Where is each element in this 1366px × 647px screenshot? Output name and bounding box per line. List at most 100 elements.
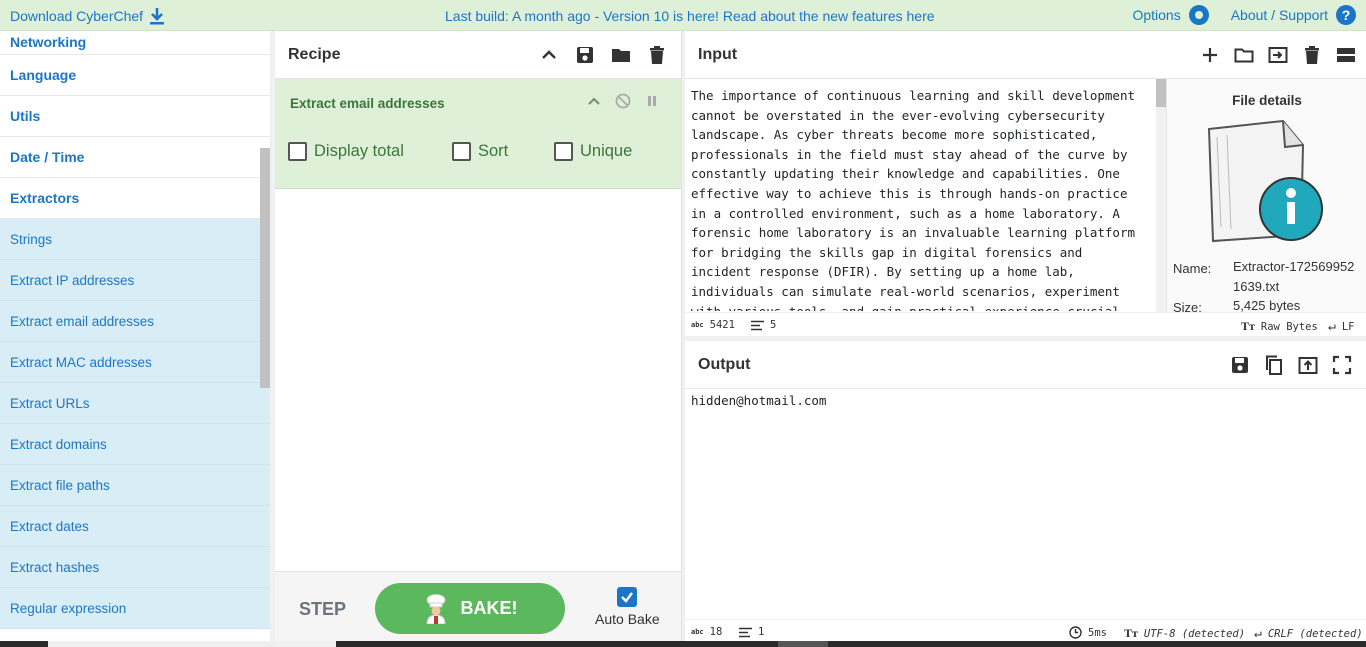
output-char-value: 18 bbox=[709, 626, 723, 638]
text-format-icon: Tт bbox=[1124, 626, 1138, 640]
output-pane: Output hidden@hotmail.com abc 18 1 5ms T… bbox=[685, 341, 1366, 643]
sort-label: Sort bbox=[478, 142, 509, 160]
options-link[interactable]: Options bbox=[1132, 7, 1180, 23]
bake-time: 5ms bbox=[1069, 626, 1107, 639]
taskbar-segment bbox=[48, 641, 336, 647]
display-total-option[interactable]: Display total bbox=[288, 142, 404, 161]
open-folder-icon[interactable] bbox=[1234, 45, 1254, 65]
input-pane: Input The importance of continuous learn… bbox=[685, 31, 1366, 336]
operation-item[interactable]: Extract URLs bbox=[0, 383, 270, 424]
download-icon bbox=[150, 8, 165, 25]
char-count-icon: abc bbox=[691, 321, 704, 329]
output-encoding[interactable]: Tт UTF-8 (detected) bbox=[1124, 626, 1245, 641]
output-title: Output bbox=[698, 355, 751, 373]
step-button[interactable]: STEP bbox=[299, 599, 346, 620]
auto-bake-checkbox[interactable] bbox=[617, 587, 638, 607]
save-output-icon[interactable] bbox=[1230, 355, 1250, 375]
pause-icon[interactable] bbox=[645, 94, 659, 108]
category-utils[interactable]: Utils bbox=[0, 96, 270, 137]
display-total-checkbox[interactable] bbox=[288, 142, 307, 161]
maximise-icon[interactable] bbox=[1332, 355, 1352, 375]
operation-item[interactable]: Extract file paths bbox=[0, 465, 270, 506]
taskbar-strip bbox=[0, 641, 1366, 647]
chevron-up-icon[interactable] bbox=[587, 94, 601, 108]
operations-scrollbar-thumb[interactable] bbox=[260, 148, 270, 388]
gear-icon[interactable] bbox=[1188, 5, 1209, 25]
operation-item[interactable]: Extract email addresses bbox=[0, 301, 270, 342]
bake-controls: STEP BAKE! Auto Bake bbox=[275, 571, 681, 641]
unique-label: Unique bbox=[580, 142, 633, 160]
layout-icon[interactable] bbox=[1336, 45, 1356, 65]
about-support-link[interactable]: About / Support bbox=[1231, 7, 1328, 23]
category-extractors[interactable]: Extractors bbox=[0, 178, 270, 219]
recipe-operation-card[interactable]: Extract email addresses Display total So… bbox=[275, 79, 681, 189]
sort-checkbox[interactable] bbox=[452, 142, 471, 161]
output-line-value: 1 bbox=[758, 626, 765, 638]
chef-icon bbox=[425, 593, 446, 624]
operation-item[interactable]: Regular expression bbox=[0, 588, 270, 629]
build-notice-link[interactable]: Last build: A month ago - Version 10 is … bbox=[445, 8, 935, 24]
input-line-value: 5 bbox=[770, 319, 777, 331]
unique-checkbox[interactable] bbox=[554, 142, 573, 161]
bake-label: BAKE! bbox=[460, 598, 518, 618]
operation-item[interactable]: Extract domains bbox=[0, 424, 270, 465]
top-banner: Download CyberChef Last build: A month a… bbox=[0, 0, 1366, 31]
recipe-header: Recipe bbox=[275, 31, 681, 79]
return-icon: ↵ bbox=[1328, 319, 1336, 334]
recipe-operation-title: Extract email addresses bbox=[290, 96, 445, 111]
taskbar-segment bbox=[778, 641, 828, 647]
unique-option[interactable]: Unique bbox=[554, 142, 632, 161]
input-line-count: 5 bbox=[751, 319, 776, 331]
add-tab-icon[interactable] bbox=[1200, 45, 1220, 65]
output-textarea[interactable]: hidden@hotmail.com bbox=[691, 393, 826, 408]
clear-input-icon[interactable] bbox=[1302, 45, 1322, 65]
recipe-pane: Recipe Extract email addresses Display t… bbox=[275, 31, 682, 641]
input-char-count: abc 5421 bbox=[691, 319, 735, 331]
disable-icon[interactable] bbox=[615, 93, 631, 109]
copy-icon[interactable] bbox=[1264, 355, 1284, 375]
chevron-up-icon[interactable] bbox=[539, 45, 559, 65]
input-encoding[interactable]: Tт Raw Bytes bbox=[1241, 319, 1318, 334]
operations-list: Networking Language Utils Date / Time Ex… bbox=[0, 31, 270, 641]
char-count-icon: abc bbox=[691, 628, 704, 636]
replace-input-icon[interactable] bbox=[1298, 355, 1318, 375]
sort-option[interactable]: Sort bbox=[452, 142, 508, 161]
input-header: Input bbox=[685, 31, 1366, 79]
recipe-title: Recipe bbox=[288, 45, 341, 63]
output-eol[interactable]: ↵ CRLF (detected) bbox=[1254, 626, 1363, 641]
input-status-bar: abc 5421 5 Tт Raw Bytes ↵ LF bbox=[685, 312, 1366, 336]
output-line-count: 1 bbox=[739, 626, 764, 638]
download-cyberchef-link[interactable]: Download CyberChef bbox=[10, 7, 165, 25]
check-icon bbox=[621, 592, 634, 603]
input-eol[interactable]: ↵ LF bbox=[1328, 319, 1354, 334]
input-textarea[interactable]: The importance of continuous learning an… bbox=[691, 86, 1149, 311]
input-scrollbar[interactable] bbox=[1156, 79, 1166, 312]
trash-icon[interactable] bbox=[647, 45, 667, 65]
folder-icon[interactable] bbox=[611, 45, 631, 65]
lines-icon bbox=[739, 627, 752, 637]
operation-item[interactable]: Strings bbox=[0, 219, 270, 260]
auto-bake-toggle[interactable]: Auto Bake bbox=[595, 587, 660, 627]
category-networking[interactable]: Networking bbox=[0, 31, 270, 55]
input-scrollbar-thumb[interactable] bbox=[1156, 79, 1166, 107]
download-label[interactable]: Download CyberChef bbox=[10, 8, 143, 24]
open-file-icon[interactable] bbox=[1268, 45, 1288, 65]
file-info-icon bbox=[1207, 119, 1323, 243]
operation-item[interactable]: Extract IP addresses bbox=[0, 260, 270, 301]
input-encoding-value[interactable]: Raw Bytes bbox=[1261, 321, 1318, 333]
save-icon[interactable] bbox=[575, 45, 595, 65]
operation-item[interactable]: Extract MAC addresses bbox=[0, 342, 270, 383]
input-eol-value[interactable]: LF bbox=[1342, 321, 1355, 333]
output-encoding-value[interactable]: UTF-8 (detected) bbox=[1144, 628, 1245, 640]
category-date-time[interactable]: Date / Time bbox=[0, 137, 270, 178]
output-eol-value[interactable]: CRLF (detected) bbox=[1268, 628, 1363, 640]
category-language[interactable]: Language bbox=[0, 55, 270, 96]
help-icon[interactable]: ? bbox=[1336, 5, 1356, 25]
text-format-icon: Tт bbox=[1241, 319, 1255, 333]
file-details-panel: File details Name: Extractor-17256995216… bbox=[1166, 79, 1366, 315]
file-name-value: Extractor-1725699521639.txt bbox=[1233, 259, 1355, 294]
output-header: Output bbox=[685, 341, 1366, 389]
operation-item[interactable]: Extract hashes bbox=[0, 547, 270, 588]
operation-item[interactable]: Extract dates bbox=[0, 506, 270, 547]
bake-button[interactable]: BAKE! bbox=[375, 583, 565, 634]
